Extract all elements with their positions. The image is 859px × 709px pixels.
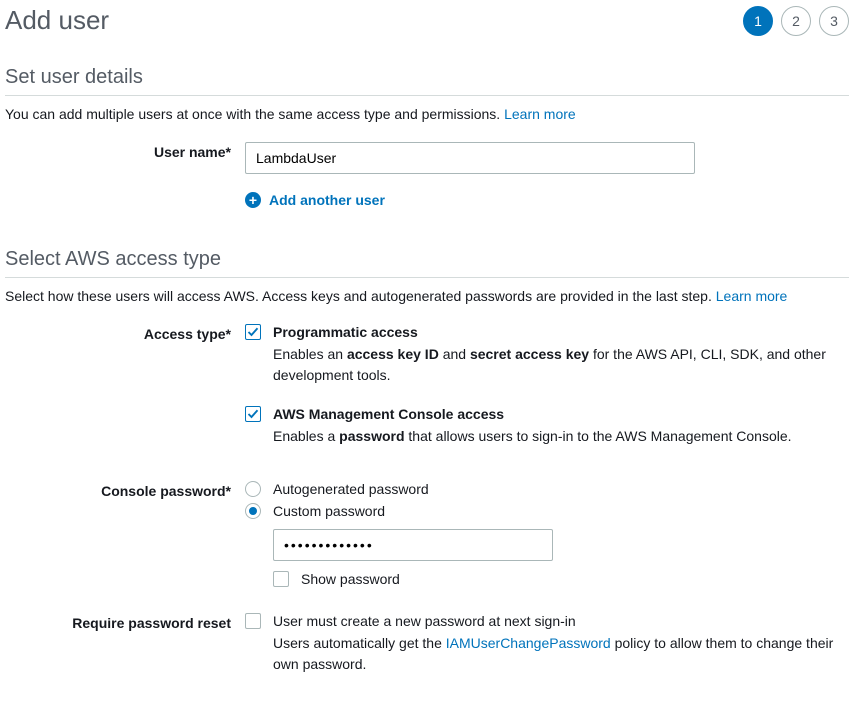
- programmatic-access-desc: Enables an access key ID and secret acce…: [273, 344, 849, 386]
- learn-more-link[interactable]: Learn more: [504, 106, 576, 122]
- programmatic-access-title: Programmatic access: [273, 324, 418, 340]
- section-user-details-title: Set user details: [5, 66, 849, 96]
- username-input[interactable]: [245, 142, 695, 174]
- require-password-reset-checkbox[interactable]: [245, 613, 261, 629]
- custom-password-label: Custom password: [273, 503, 385, 519]
- console-access-title: AWS Management Console access: [273, 406, 504, 422]
- desc-text: Select how these users will access AWS. …: [5, 288, 716, 304]
- require-password-reset-desc: Users automatically get the IAMUserChang…: [273, 633, 849, 675]
- custom-password-radio[interactable]: [245, 503, 261, 519]
- console-password-label: Console password*: [5, 481, 245, 587]
- learn-more-link-2[interactable]: Learn more: [716, 288, 788, 304]
- access-type-label: Access type*: [5, 324, 245, 467]
- show-password-label: Show password: [301, 571, 400, 587]
- step-2[interactable]: 2: [781, 6, 811, 36]
- desc-text: You can add multiple users at once with …: [5, 106, 504, 122]
- add-another-user-button[interactable]: + Add another user: [245, 192, 849, 208]
- section-access-type-title: Select AWS access type: [5, 248, 849, 278]
- page-title: Add user: [5, 5, 109, 36]
- autogenerated-password-label: Autogenerated password: [273, 481, 429, 497]
- section-access-type-desc: Select how these users will access AWS. …: [5, 288, 849, 304]
- plus-circle-icon: +: [245, 192, 261, 208]
- step-3[interactable]: 3: [819, 6, 849, 36]
- require-password-reset-title: User must create a new password at next …: [273, 613, 576, 629]
- check-icon: [247, 326, 259, 338]
- stepper: 1 2 3: [743, 6, 849, 36]
- add-another-user-label: Add another user: [269, 192, 385, 208]
- check-icon: [247, 408, 259, 420]
- username-label: User name*: [5, 142, 245, 208]
- programmatic-access-checkbox[interactable]: [245, 324, 261, 340]
- require-password-reset-label: Require password reset: [5, 613, 245, 675]
- show-password-checkbox[interactable]: [273, 571, 289, 587]
- console-access-checkbox[interactable]: [245, 406, 261, 422]
- iam-policy-link[interactable]: IAMUserChangePassword: [446, 635, 611, 651]
- console-access-desc: Enables a password that allows users to …: [273, 426, 849, 447]
- autogenerated-password-radio[interactable]: [245, 481, 261, 497]
- section-user-details-desc: You can add multiple users at once with …: [5, 106, 849, 122]
- password-input[interactable]: [273, 529, 553, 561]
- step-1[interactable]: 1: [743, 6, 773, 36]
